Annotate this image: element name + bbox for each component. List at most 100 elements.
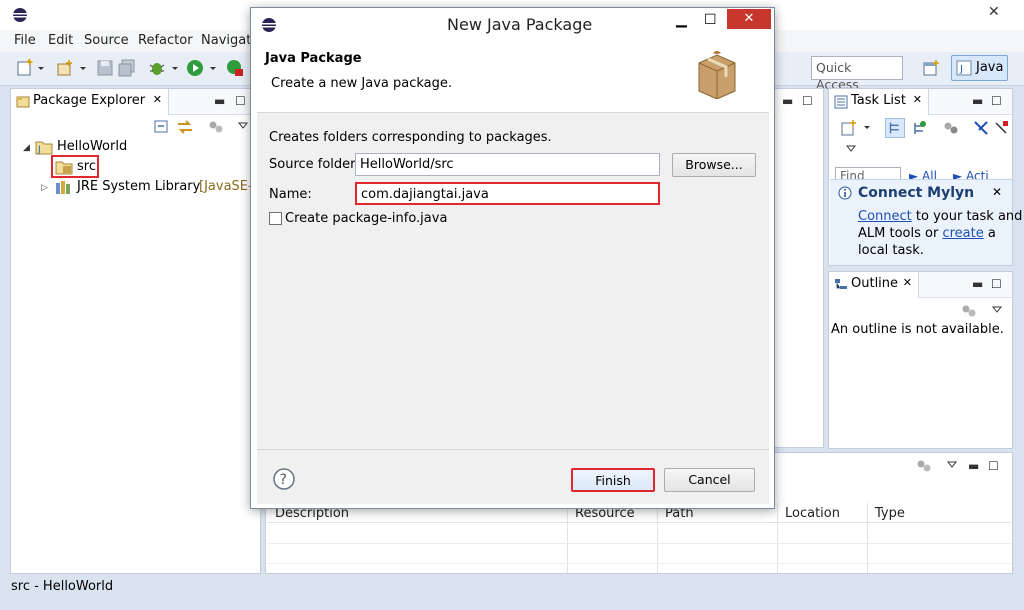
- eclipse-icon: [13, 8, 27, 22]
- source-folder-label: Source folder:: [269, 157, 360, 172]
- package-info-checkbox-label[interactable]: Create package-info.java: [285, 211, 447, 226]
- collapse-all-icon[interactable]: [154, 120, 170, 134]
- package-explorer-tab-bar: Package Explorer ✕ ▬ ☐: [11, 89, 260, 115]
- filters-icon[interactable]: [208, 120, 224, 134]
- connect-link[interactable]: Connect: [858, 209, 912, 224]
- java-perspective-button[interactable]: J Java: [951, 55, 1008, 81]
- menu-file[interactable]: File: [14, 33, 36, 48]
- run-icon[interactable]: [186, 59, 204, 77]
- jre-label: JRE System Library: [77, 179, 201, 194]
- dialog-title-bar: New Java Package ▁ ☐ ✕: [251, 8, 774, 39]
- minimize-icon[interactable]: ▁: [676, 12, 687, 28]
- menu-edit[interactable]: Edit: [48, 33, 73, 48]
- name-label: Name:: [269, 187, 312, 202]
- dialog-description: Creates folders corresponding to package…: [269, 130, 552, 145]
- cancel-button[interactable]: Cancel: [664, 468, 755, 492]
- svg-text:J: J: [959, 64, 963, 75]
- new-icon[interactable]: [16, 59, 34, 77]
- minimize-icon[interactable]: ▬: [782, 95, 794, 107]
- chevron-down-icon[interactable]: [36, 59, 46, 77]
- package-icon: [698, 51, 736, 99]
- mylyn-text-4: local task.: [858, 243, 924, 258]
- window-close-icon[interactable]: ✕: [988, 4, 1000, 20]
- connect-mylyn-panel: Connect Mylyn ✕ Connect to your task and…: [830, 179, 1022, 265]
- tab-package-explorer[interactable]: Package Explorer ✕: [11, 89, 169, 115]
- synchronize-icon[interactable]: [993, 120, 1009, 136]
- source-folder-input[interactable]: HelloWorld/src: [355, 153, 660, 176]
- collapse-arrow-icon[interactable]: ◢: [23, 143, 30, 153]
- maximize-icon[interactable]: ☐: [991, 95, 1003, 107]
- chevron-down-icon[interactable]: [170, 59, 180, 77]
- outline-empty-message: An outline is not available.: [831, 322, 1004, 337]
- package-name-input[interactable]: com.dajiangtai.java: [355, 182, 660, 205]
- tree-row-jre[interactable]: ▷ JRE System Library [JavaSE-1.7: [41, 179, 273, 194]
- save-all-icon[interactable]: [118, 59, 136, 77]
- chevron-down-icon[interactable]: [78, 59, 88, 77]
- browse-button[interactable]: Browse...: [672, 153, 756, 177]
- svg-text:?: ?: [280, 472, 287, 488]
- tab-outline[interactable]: Outline ✕: [829, 272, 919, 298]
- view-menu-icon[interactable]: [946, 459, 958, 471]
- java-project-icon: J: [35, 141, 53, 155]
- maximize-icon[interactable]: ☐: [991, 278, 1003, 290]
- menu-refactor[interactable]: Refactor: [138, 33, 193, 48]
- connect-mylyn-title: Connect Mylyn: [858, 185, 975, 201]
- status-bar: src - HelloWorld: [0, 576, 1024, 610]
- save-icon[interactable]: [96, 59, 114, 77]
- chevron-down-icon[interactable]: [208, 59, 218, 77]
- close-icon[interactable]: ✕: [153, 93, 162, 106]
- package-explorer-view: Package Explorer ✕ ▬ ☐ ◢ J HelloWorld sr…: [10, 88, 273, 574]
- column-location[interactable]: Location: [785, 506, 840, 521]
- collapse-all-icon[interactable]: [973, 120, 989, 136]
- mylyn-text-3: a: [983, 226, 996, 241]
- close-icon[interactable]: ✕: [903, 276, 912, 289]
- minimize-icon[interactable]: ▬: [972, 278, 984, 290]
- categorized-icon[interactable]: [885, 118, 905, 138]
- debug-icon[interactable]: [148, 59, 166, 77]
- create-link[interactable]: create: [942, 226, 983, 241]
- new-task-icon[interactable]: [841, 120, 857, 136]
- dialog-banner: Java Package Create a new Java package.: [257, 39, 769, 113]
- dialog-footer: ? Finish Cancel: [257, 449, 769, 504]
- chevron-down-icon[interactable]: [863, 122, 871, 134]
- view-menu-icon[interactable]: [237, 120, 249, 132]
- minimize-icon[interactable]: ▬: [214, 95, 226, 107]
- banner-description: Create a new Java package.: [271, 76, 453, 91]
- view-menu-icon[interactable]: [845, 144, 857, 154]
- maximize-icon[interactable]: ☐: [988, 460, 1000, 472]
- expand-arrow-icon[interactable]: ▷: [41, 183, 48, 193]
- connect-mylyn-text: Connect to your task and ALM tools or cr…: [858, 208, 1022, 259]
- menu-source[interactable]: Source: [84, 33, 129, 48]
- scheduled-icon[interactable]: [911, 120, 927, 136]
- filters-icon[interactable]: [916, 459, 932, 473]
- dialog-close-button[interactable]: ✕: [727, 9, 771, 29]
- outline-tab-bar: Outline ✕ ▬ ☐: [829, 272, 1012, 298]
- view-menu-icon[interactable]: [991, 304, 1003, 316]
- mylyn-text-2: ALM tools or: [858, 226, 943, 241]
- mylyn-text-1: to your task and: [911, 209, 1023, 224]
- status-text: src - HelloWorld: [11, 579, 114, 594]
- minimize-icon[interactable]: ▬: [968, 460, 980, 472]
- outline-view: Outline ✕ ▬ ☐ An outline is not availabl…: [828, 271, 1013, 449]
- project-name: HelloWorld: [57, 139, 128, 154]
- finish-button[interactable]: Finish: [571, 468, 655, 492]
- link-with-editor-icon[interactable]: [176, 119, 194, 135]
- quick-access-input[interactable]: Quick Access: [811, 56, 903, 92]
- maximize-icon[interactable]: ☐: [704, 12, 717, 28]
- editor-area: ▬ ☐: [774, 88, 824, 448]
- maximize-icon[interactable]: ☐: [235, 95, 247, 107]
- external-tools-icon[interactable]: [226, 59, 244, 77]
- filters-icon[interactable]: [943, 120, 959, 136]
- tree-row-project[interactable]: ◢ J HelloWorld: [23, 139, 127, 155]
- help-icon[interactable]: ?: [273, 468, 295, 490]
- tab-task-list[interactable]: Task List ✕: [829, 89, 929, 115]
- close-icon[interactable]: ✕: [913, 93, 922, 106]
- filters-icon[interactable]: [961, 304, 977, 318]
- package-info-checkbox[interactable]: [269, 212, 282, 225]
- maximize-icon[interactable]: ☐: [802, 95, 814, 107]
- new-package-icon[interactable]: [56, 59, 74, 77]
- column-type[interactable]: Type: [875, 506, 905, 521]
- minimize-icon[interactable]: ▬: [972, 95, 984, 107]
- close-icon[interactable]: ✕: [992, 185, 1002, 199]
- open-perspective-icon[interactable]: [922, 59, 940, 77]
